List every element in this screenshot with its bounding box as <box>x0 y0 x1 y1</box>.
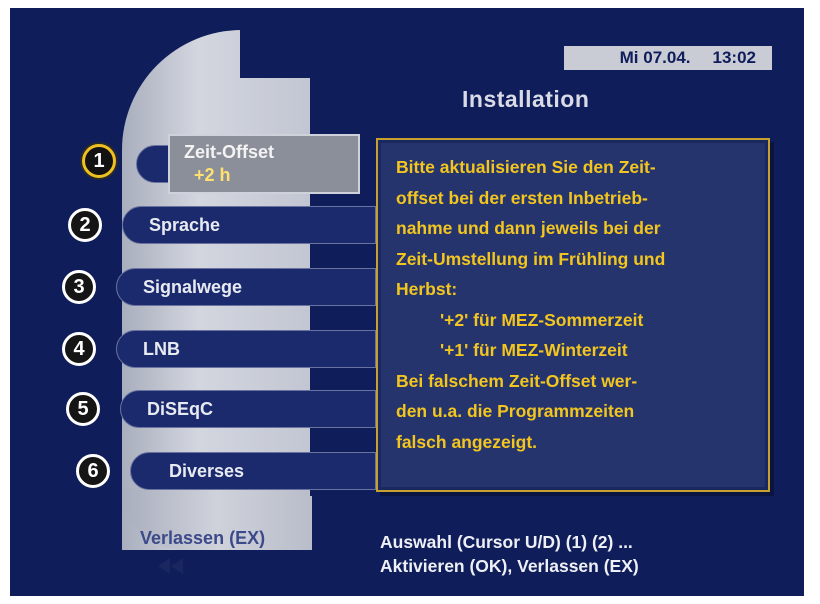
menu-item-label: Diverses <box>169 460 245 481</box>
help-line: Bitte aktualisieren Sie den Zeit- <box>396 157 656 177</box>
help-line: Herbst: <box>396 279 458 299</box>
menu-item-label: DiSEqC <box>147 398 214 419</box>
footer-hints: Auswahl (Cursor U/D) (1) (2) ... Aktivie… <box>380 530 639 578</box>
menu-item-label: Signalwege <box>143 276 243 297</box>
menu-item-diseqc[interactable]: DiSEqC <box>120 390 376 428</box>
zeit-offset-label: Zeit-Offset <box>184 142 274 162</box>
footer-hint-actions: Aktivieren (OK), Verlassen (EX) <box>380 556 639 576</box>
zeit-offset-field[interactable]: Zeit-Offset +2 h <box>168 134 360 194</box>
menu-number-4[interactable]: 4 <box>62 332 96 366</box>
date-label: Mi 07.04. <box>619 48 691 67</box>
menu-number-3[interactable]: 3 <box>62 270 96 304</box>
exit-label[interactable]: Verlassen (EX) <box>140 528 265 549</box>
menu-number-2[interactable]: 2 <box>68 208 102 242</box>
menu-item-signalwege[interactable]: Signalwege <box>116 268 376 306</box>
menu-item-label: LNB <box>143 338 180 359</box>
help-line: Bei falschem Zeit-Offset wer- <box>396 370 638 391</box>
menu-number-6[interactable]: 6 <box>76 454 110 488</box>
help-line: falsch angezeigt. <box>396 431 538 452</box>
help-text-box: Bitte aktualisieren Sie den Zeit- offset… <box>376 138 770 492</box>
rewind-icon[interactable] <box>156 556 186 581</box>
time-label: 13:02 <box>712 48 756 67</box>
menu-number-5[interactable]: 5 <box>66 392 100 426</box>
help-line: den u.a. die Programmzeiten <box>396 401 635 421</box>
help-line: Zeit-Umstellung im Frühling und <box>396 248 666 269</box>
help-line: '+2' für MEZ-Sommerzeit <box>440 309 644 330</box>
menu-item-diverses[interactable]: Diverses <box>130 452 376 490</box>
menu-number-1[interactable]: 1 <box>82 144 116 178</box>
footer-hint-navigation: Auswahl (Cursor U/D) (1) (2) ... <box>380 532 633 552</box>
help-line: '+1' für MEZ-Winterzeit <box>440 340 628 360</box>
menu-item-lnb[interactable]: LNB <box>116 330 376 368</box>
page-title: Installation <box>462 86 590 112</box>
zeit-offset-value: +2 h <box>194 165 231 185</box>
tv-screen: Mi 07.04. 13:02 Installation 1 Zeit-Offs… <box>10 8 804 596</box>
menu-item-sprache[interactable]: Sprache <box>122 206 376 244</box>
date-time-bar: Mi 07.04. 13:02 <box>564 46 772 70</box>
help-line: offset bei der ersten Inbetrieb- <box>396 187 648 208</box>
menu-item-label: Sprache <box>149 214 221 235</box>
help-line: nahme und dann jeweils bei der <box>396 218 661 238</box>
